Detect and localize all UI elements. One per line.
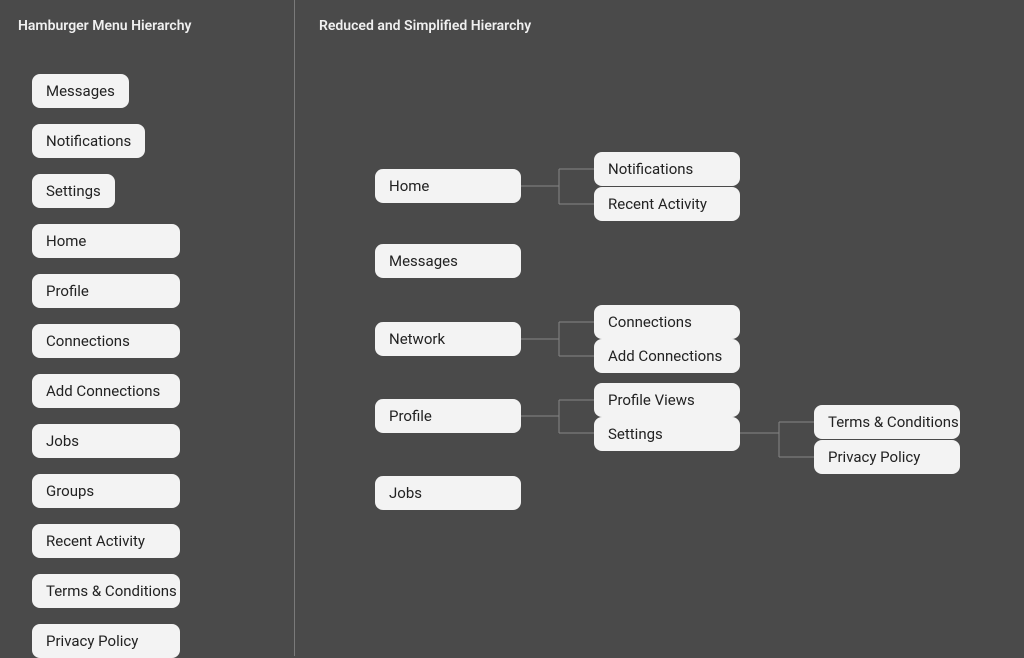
tree-node-jobs: Jobs — [375, 476, 521, 510]
panel-hamburger-hierarchy: Hamburger Menu Hierarchy Messages Notifi… — [0, 0, 295, 656]
list-item: Connections — [32, 324, 180, 358]
list-item: Terms & Conditions — [32, 574, 180, 608]
tree-node-home: Home — [375, 169, 521, 203]
tree-node-notifications: Notifications — [594, 152, 740, 186]
panel-title-right: Reduced and Simplified Hierarchy — [319, 18, 1024, 34]
list-item: Messages — [32, 74, 129, 108]
tree-node-network: Network — [375, 322, 521, 356]
list-item: Recent Activity — [32, 524, 180, 558]
list-item: Jobs — [32, 424, 180, 458]
tree-node-profile-views: Profile Views — [594, 383, 740, 417]
panel-title-left: Hamburger Menu Hierarchy — [18, 18, 294, 34]
tree-node-add-connections: Add Connections — [594, 339, 740, 373]
flat-menu-list: Messages Notifications Settings Home Pro… — [18, 74, 294, 658]
tree-node-connections: Connections — [594, 305, 740, 339]
tree-node-settings: Settings — [594, 417, 740, 451]
list-item: Home — [32, 224, 180, 258]
list-item: Add Connections — [32, 374, 180, 408]
tree-node-privacy: Privacy Policy — [814, 440, 960, 474]
list-item: Settings — [32, 174, 115, 208]
list-item: Groups — [32, 474, 180, 508]
tree-node-terms: Terms & Conditions — [814, 405, 960, 439]
tree-node-profile: Profile — [375, 399, 521, 433]
list-item: Profile — [32, 274, 180, 308]
tree-node-recent-activity: Recent Activity — [594, 187, 740, 221]
list-item: Privacy Policy — [32, 624, 180, 658]
tree-node-messages: Messages — [375, 244, 521, 278]
panel-reduced-hierarchy: Reduced and Simplified Hierarchy — [295, 0, 1024, 656]
tree-diagram: Home Messages Network Profile Jobs Notif… — [319, 74, 1024, 634]
list-item: Notifications — [32, 124, 145, 158]
